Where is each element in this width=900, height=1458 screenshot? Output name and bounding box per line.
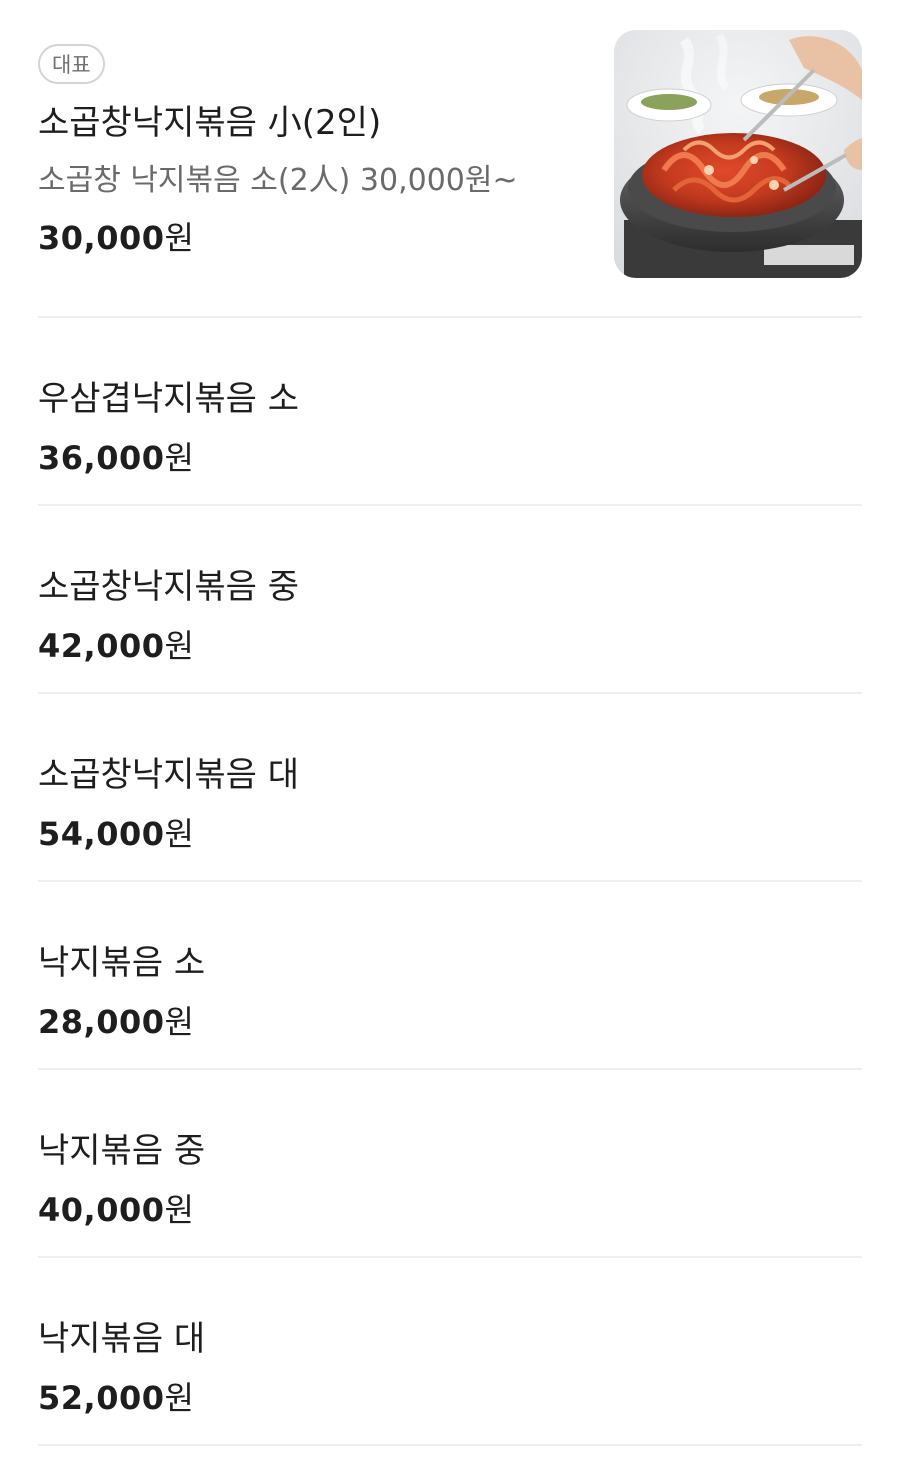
- menu-item[interactable]: 낙지볶음 소 28,000원: [38, 882, 862, 1070]
- price-unit: 원: [164, 439, 194, 477]
- price-unit: 원: [164, 1379, 194, 1417]
- menu-item[interactable]: 우삼겹낙지볶음 소 36,000원: [38, 318, 862, 506]
- menu-item[interactable]: 소곱창낙지볶음 중 42,000원: [38, 506, 862, 694]
- menu-item-thumbnail[interactable]: [614, 30, 862, 278]
- price-amount: 30,000: [38, 219, 165, 257]
- price-unit: 원: [164, 219, 194, 257]
- featured-badge: 대표: [38, 44, 105, 84]
- menu-item-price: 52,000원: [38, 1376, 194, 1420]
- menu-item-price: 40,000원: [38, 1188, 194, 1232]
- price-amount: 28,000: [38, 1003, 165, 1041]
- menu-item-featured[interactable]: 대표 소곱창낙지볶음 小(2인) 소곱창 낙지볶음 소(2人) 30,000원~…: [38, 0, 862, 318]
- price-amount: 42,000: [38, 627, 165, 665]
- menu-item-name: 소곱창낙지볶음 小(2인): [38, 103, 382, 143]
- price-unit: 원: [164, 1003, 194, 1041]
- menu-item-name: 낙지볶음 소: [38, 943, 206, 983]
- menu-item[interactable]: 낙지볶음 중 40,000원: [38, 1070, 862, 1258]
- food-photo-icon: [614, 30, 862, 278]
- price-amount: 36,000: [38, 439, 165, 477]
- menu-item-name: 낙지볶음 중: [38, 1131, 206, 1171]
- menu-item-name: 낙지볶음 대: [38, 1319, 206, 1359]
- menu-item-name: 소곱창낙지볶음 대: [38, 755, 300, 795]
- menu-item-price: 28,000원: [38, 1000, 194, 1044]
- menu-list: 대표 소곱창낙지볶음 小(2인) 소곱창 낙지볶음 소(2人) 30,000원~…: [0, 0, 900, 1446]
- menu-item-price: 30,000원: [38, 216, 194, 260]
- price-amount: 52,000: [38, 1379, 165, 1417]
- price-amount: 54,000: [38, 815, 165, 853]
- price-amount: 40,000: [38, 1191, 165, 1229]
- menu-item[interactable]: 소곱창낙지볶음 대 54,000원: [38, 694, 862, 882]
- menu-item[interactable]: 낙지볶음 대 52,000원: [38, 1258, 862, 1446]
- price-unit: 원: [164, 1191, 194, 1229]
- menu-item-name: 우삼겹낙지볶음 소: [38, 379, 300, 419]
- price-unit: 원: [164, 815, 194, 853]
- menu-item-name: 소곱창낙지볶음 중: [38, 567, 300, 607]
- price-unit: 원: [164, 627, 194, 665]
- menu-item-price: 54,000원: [38, 812, 194, 856]
- menu-item-description: 소곱창 낙지볶음 소(2人) 30,000원~: [38, 163, 518, 198]
- menu-item-price: 42,000원: [38, 624, 194, 668]
- menu-item-price: 36,000원: [38, 436, 194, 480]
